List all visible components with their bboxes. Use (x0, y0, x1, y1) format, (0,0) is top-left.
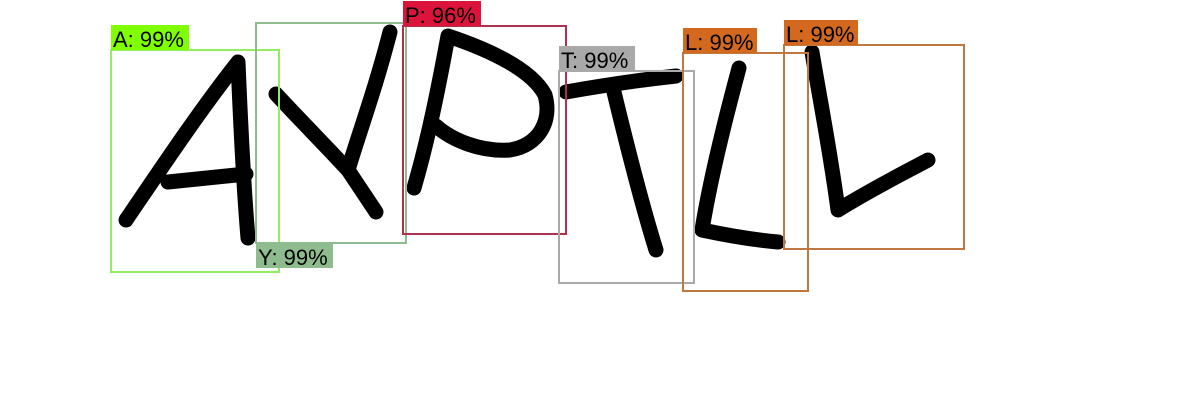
glyph-t (558, 68, 684, 258)
detection-label: L: 99% (685, 30, 754, 55)
detection-label: A: 99% (113, 27, 184, 52)
detection-label: P: 96% (405, 3, 476, 28)
detection-image: A: 99% Y: 99% P: 96% T: 99% L: 99% L: 99… (110, 1, 965, 292)
detection-label: Y: 99% (258, 245, 328, 270)
bounding-box (682, 52, 809, 292)
glyph-l-1 (694, 60, 786, 250)
glyph-y (268, 24, 398, 220)
detection-label: T: 99% (561, 48, 628, 73)
glyph-a (118, 54, 256, 246)
glyph-l-2 (804, 44, 936, 218)
detection-label: L: 99% (786, 22, 855, 47)
glyph-p (406, 28, 555, 196)
bounding-box (558, 70, 695, 284)
